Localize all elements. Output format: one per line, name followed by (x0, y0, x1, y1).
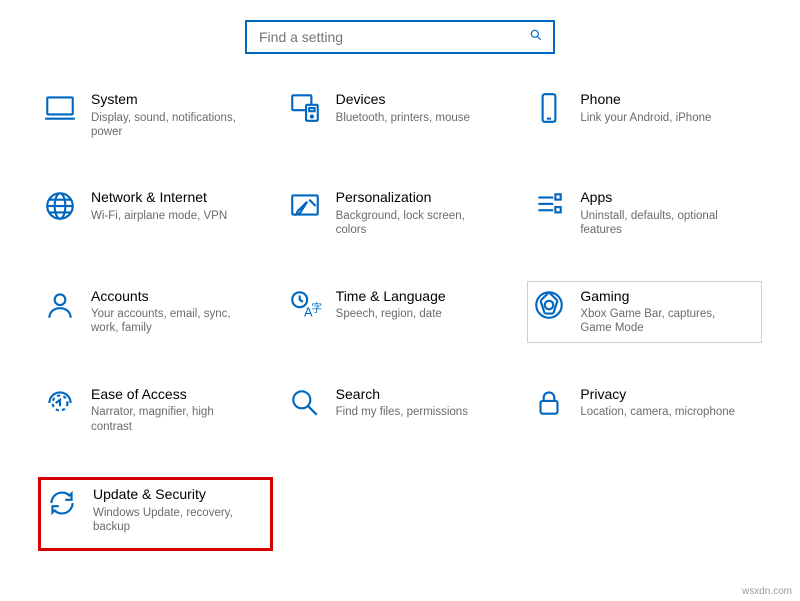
search-input[interactable] (257, 28, 529, 46)
tile-title: Update & Security (93, 486, 248, 504)
tile-accounts[interactable]: AccountsYour accounts, email, sync, work… (38, 281, 273, 343)
tile-title: Personalization (336, 189, 491, 207)
update-security-icon (45, 486, 79, 520)
tile-search[interactable]: SearchFind my files, permissions (283, 379, 518, 441)
tile-title: Phone (580, 91, 711, 109)
tile-time-language[interactable]: A字 Time & LanguageSpeech, region, date (283, 281, 518, 343)
tile-devices[interactable]: Devices Bluetooth, printers, mouse (283, 84, 518, 146)
tile-desc: Xbox Game Bar, captures, Game Mode (580, 307, 735, 336)
personalization-icon (288, 189, 322, 223)
tile-desc: Background, lock screen, colors (336, 209, 491, 238)
tile-title: Devices (336, 91, 470, 109)
svg-text:字: 字 (311, 301, 322, 314)
tile-title: Apps (580, 189, 735, 207)
tile-gaming[interactable]: GamingXbox Game Bar, captures, Game Mode (527, 281, 762, 343)
tile-network[interactable]: Network & Internet Wi-Fi, airplane mode, … (38, 182, 273, 244)
tile-title: Accounts (91, 288, 246, 306)
system-icon (43, 91, 77, 125)
tile-desc: Display, sound, notifications, power (91, 111, 246, 140)
tile-title: Ease of Access (91, 386, 246, 404)
network-icon (43, 189, 77, 223)
gaming-icon (532, 288, 566, 322)
tile-title: Gaming (580, 288, 735, 306)
privacy-icon (532, 386, 566, 420)
tile-desc: Narrator, magnifier, high contrast (91, 405, 246, 434)
tile-update-security[interactable]: Update & Security Windows Update, recover… (38, 477, 273, 551)
tile-desc: Link your Android, iPhone (580, 111, 711, 125)
tile-desc: Bluetooth, printers, mouse (336, 111, 470, 125)
tile-apps[interactable]: Apps Uninstall, defaults, optional featur… (527, 182, 762, 244)
tile-title: Search (336, 386, 468, 404)
tile-desc: Your accounts, email, sync, work, family (91, 307, 246, 336)
tile-desc: Windows Update, recovery, backup (93, 506, 248, 535)
tile-ease-of-access[interactable]: Ease of AccessNarrator, magnifier, high … (38, 379, 273, 441)
tile-system[interactable]: System Display, sound, notifications, pow… (38, 84, 273, 146)
search-tile-icon (288, 386, 322, 420)
tile-title: Time & Language (336, 288, 446, 306)
settings-grid: System Display, sound, notifications, pow… (0, 84, 800, 551)
search-input-wrapper[interactable] (245, 20, 555, 54)
ease-of-access-icon (43, 386, 77, 420)
search-icon (529, 28, 543, 47)
devices-icon (288, 91, 322, 125)
tile-desc: Find my files, permissions (336, 405, 468, 419)
tile-title: Privacy (580, 386, 735, 404)
tile-desc: Location, camera, microphone (580, 405, 735, 419)
apps-icon (532, 189, 566, 223)
tile-phone[interactable]: Phone Link your Android, iPhone (527, 84, 762, 146)
watermark: wsxdn.com (742, 586, 792, 597)
tile-desc: Speech, region, date (336, 307, 446, 321)
tile-desc: Wi-Fi, airplane mode, VPN (91, 209, 227, 223)
tile-title: Network & Internet (91, 189, 227, 207)
tile-desc: Uninstall, defaults, optional features (580, 209, 735, 238)
tile-privacy[interactable]: PrivacyLocation, camera, microphone (527, 379, 762, 441)
tile-personalization[interactable]: Personalization Background, lock screen, … (283, 182, 518, 244)
accounts-icon (43, 288, 77, 322)
tile-title: System (91, 91, 246, 109)
phone-icon (532, 91, 566, 125)
time-language-icon: A字 (288, 288, 322, 322)
